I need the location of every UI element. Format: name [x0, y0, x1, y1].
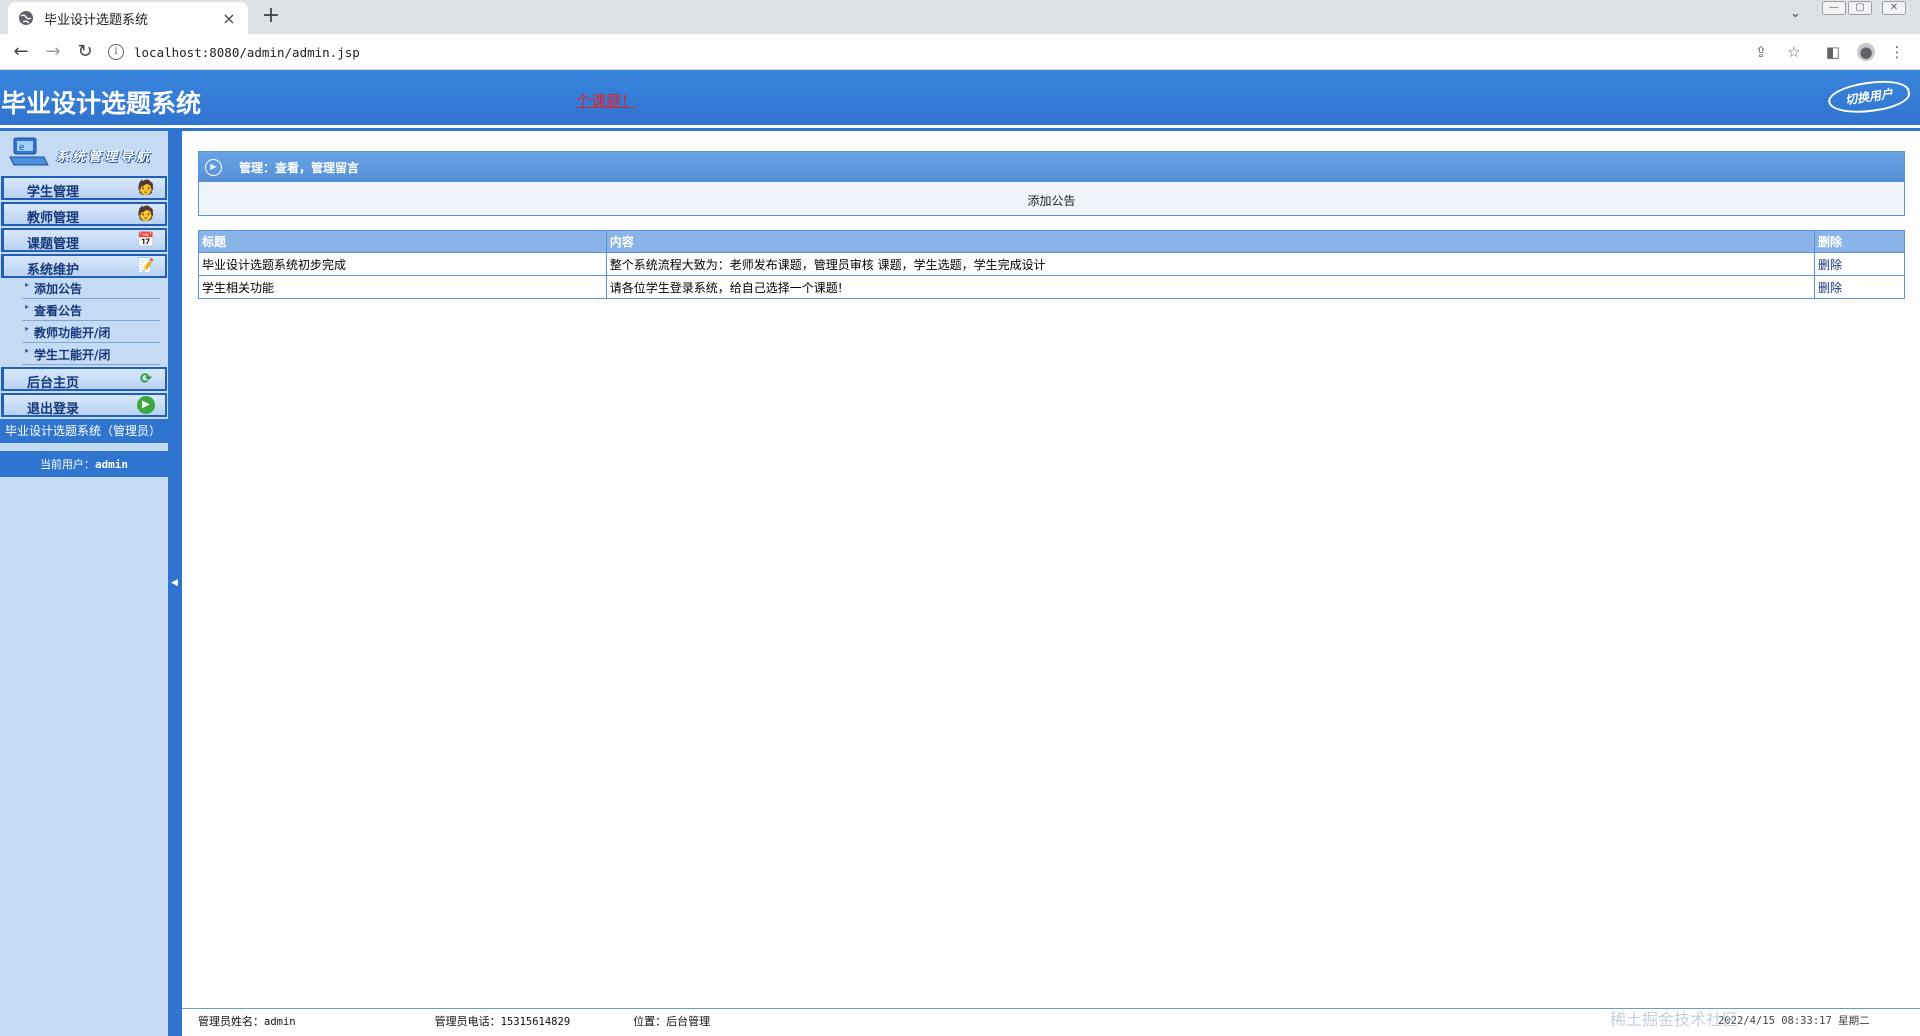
table-row: 毕业设计选题系统初步完成 整个系统流程大致为：老师发布课题，管理员审核 课题，学… — [198, 252, 1905, 276]
location-value: 后台管理 — [666, 1015, 711, 1028]
footer-datetime: 2022/4/15 08:33:17 星期二 — [1718, 1015, 1870, 1027]
minimize-button[interactable]: — — [1822, 1, 1846, 15]
svg-text:e: e — [19, 143, 25, 153]
bullet-icon: ▸ — [25, 346, 30, 355]
cell-title: 毕业设计选题系统初步完成 — [198, 252, 607, 276]
notice-panel: ▶ 管理：查看，管理留言 添加公告 — [198, 151, 1905, 216]
menu-teacher-management[interactable]: 教师管理 🧑 — [1, 202, 167, 226]
browser-tab[interactable]: 毕业设计选题系统 × — [8, 2, 248, 34]
close-window-button[interactable]: ✕ — [1882, 1, 1906, 15]
main-content: ▶ 管理：查看，管理留言 添加公告 标题 内容 删除 毕业设计选题系统初步完成 … — [182, 131, 1920, 1036]
submenu-label: 教师功能开/闭 — [34, 326, 111, 340]
panel-title: 管理：查看，管理留言 — [239, 161, 360, 175]
tab-close-icon[interactable]: × — [220, 9, 238, 28]
system-role-caption: 毕业设计选题系统（管理员） — [0, 419, 168, 443]
globe-icon — [19, 11, 33, 25]
new-tab-button[interactable]: + — [258, 4, 284, 30]
bullet-icon: ▸ — [25, 280, 30, 289]
menu-label: 学生管理 — [27, 185, 80, 200]
table-header-row: 标题 内容 删除 — [198, 230, 1905, 253]
refresh-arrow-icon: ⟳ — [140, 371, 152, 387]
sidebar: e 系统管理导航 学生管理 🧑 教师管理 🧑 课题管理 📅 系统维护 📝 ▸ 添… — [0, 131, 168, 1036]
menu-topic-management[interactable]: 课题管理 📅 — [1, 228, 167, 252]
cell-content: 整个系统流程大致为：老师发布课题，管理员审核 课题，学生选题，学生完成设计 — [605, 252, 1816, 276]
menu-student-management[interactable]: 学生管理 🧑 — [1, 176, 167, 200]
play-circle-icon: ▶ — [205, 159, 222, 176]
menu-logout[interactable]: 退出登录 ▶ — [1, 393, 167, 417]
bullet-icon: ▸ — [25, 324, 30, 333]
menu-label: 课题管理 — [27, 237, 80, 252]
maximize-button[interactable]: ▢ — [1848, 1, 1872, 15]
more-menu-icon[interactable]: ⋮ — [1888, 43, 1906, 61]
current-user-info: 当前用户：admin — [0, 449, 168, 477]
add-notice-link[interactable]: 添加公告 — [199, 192, 1904, 209]
browser-tab-bar: 毕业设计选题系统 × + ⌄ — ▢ ✕ — [0, 0, 1920, 34]
menu-label: 系统维护 — [27, 263, 80, 278]
cell-title: 学生相关功能 — [198, 275, 607, 299]
column-header-content: 内容 — [605, 230, 1816, 253]
watermark: 稀土掘金技术社区 — [1610, 1010, 1739, 1029]
edit-note-icon: 📝 — [137, 258, 155, 274]
teacher-person-icon: 🧑 — [137, 206, 155, 222]
side-panel-icon[interactable]: ◧ — [1824, 43, 1842, 61]
submenu-label: 查看公告 — [34, 304, 83, 318]
switch-user-button[interactable]: 切换用户 — [1826, 76, 1912, 118]
url-input[interactable]: i localhost:8080/admin/admin.jsp — [108, 38, 1788, 66]
panel-header: ▶ 管理：查看，管理留言 — [199, 152, 1904, 182]
admin-name-label: 管理员姓名： — [198, 1015, 264, 1028]
column-header-delete: 删除 — [1814, 230, 1905, 253]
sidebar-nav-header: e 系统管理导航 — [0, 131, 168, 175]
info-icon[interactable]: i — [108, 44, 124, 60]
column-header-title: 标题 — [198, 230, 607, 253]
share-icon[interactable]: ⇪ — [1752, 43, 1770, 61]
menu-label: 退出登录 — [27, 402, 80, 417]
menu-admin-home[interactable]: 后台主页 ⟳ — [1, 367, 167, 391]
menu-label: 后台主页 — [27, 376, 80, 391]
calendar-icon: 📅 — [137, 232, 155, 248]
delete-link[interactable]: 删除 — [1814, 252, 1905, 276]
profile-avatar-icon[interactable]: ● — [1857, 43, 1875, 61]
computer-logo-icon: e — [9, 137, 49, 166]
exit-play-icon: ▶ — [137, 396, 155, 414]
cell-content: 请各位学生登录系统，给自己选择一个课题! — [605, 275, 1816, 299]
sidebar-collapse-strip[interactable]: ◀ — [168, 131, 182, 1036]
sidebar-nav-title: 系统管理导航 — [56, 150, 153, 165]
bullet-icon: ▸ — [25, 302, 30, 311]
app-title: 毕业设计选题系统 — [1, 89, 202, 118]
submenu-add-notice[interactable]: ▸ 添加公告 — [22, 277, 160, 299]
url-text[interactable]: localhost:8080/admin/admin.jsp — [134, 45, 360, 60]
back-arrow-icon[interactable]: ← — [9, 40, 33, 64]
submenu-student-toggle[interactable]: ▸ 学生工能开/闭 — [22, 343, 160, 365]
panel-body: 添加公告 — [199, 182, 1904, 217]
submenu-label: 添加公告 — [34, 282, 83, 296]
submenu-view-notice[interactable]: ▸ 查看公告 — [22, 299, 160, 321]
submenu-label: 学生工能开/闭 — [34, 348, 111, 362]
location-label: 位置： — [633, 1015, 667, 1028]
delete-link[interactable]: 删除 — [1814, 275, 1905, 299]
menu-system-maintenance[interactable]: 系统维护 📝 — [1, 254, 167, 278]
tab-title: 毕业设计选题系统 — [44, 12, 149, 28]
bookmark-star-icon[interactable]: ☆ — [1785, 43, 1803, 61]
address-bar: ← → ↻ i localhost:8080/admin/admin.jsp ⇪… — [0, 34, 1920, 70]
admin-name: admin — [264, 1016, 296, 1028]
table-row: 学生相关功能 请各位学生登录系统，给自己选择一个课题! 删除 — [198, 275, 1905, 299]
current-user-label: 当前用户： — [39, 458, 95, 471]
current-user-name: admin — [94, 458, 129, 471]
admin-phone-label: 管理员电话： — [434, 1015, 501, 1028]
footer-info: 管理员姓名：admin 管理员电话：15315614829 位置：后台管理 — [198, 1013, 710, 1029]
reload-icon[interactable]: ↻ — [73, 40, 97, 64]
menu-label: 教师管理 — [27, 211, 80, 226]
app-header: 毕业设计选题系统 个课题！ 切换用户 — [0, 70, 1920, 128]
admin-phone: 15315614829 — [500, 1016, 571, 1028]
collapse-left-icon[interactable]: ◀ — [171, 578, 178, 588]
tab-search-icon[interactable]: ⌄ — [1790, 6, 1801, 21]
notice-marquee[interactable]: 个课题！ — [576, 90, 636, 111]
student-person-icon: 🧑 — [137, 180, 155, 196]
notice-table: 标题 内容 删除 毕业设计选题系统初步完成 整个系统流程大致为：老师发布课题，管… — [198, 230, 1905, 299]
forward-arrow-icon[interactable]: → — [41, 40, 65, 64]
submenu-teacher-toggle[interactable]: ▸ 教师功能开/闭 — [22, 321, 160, 343]
